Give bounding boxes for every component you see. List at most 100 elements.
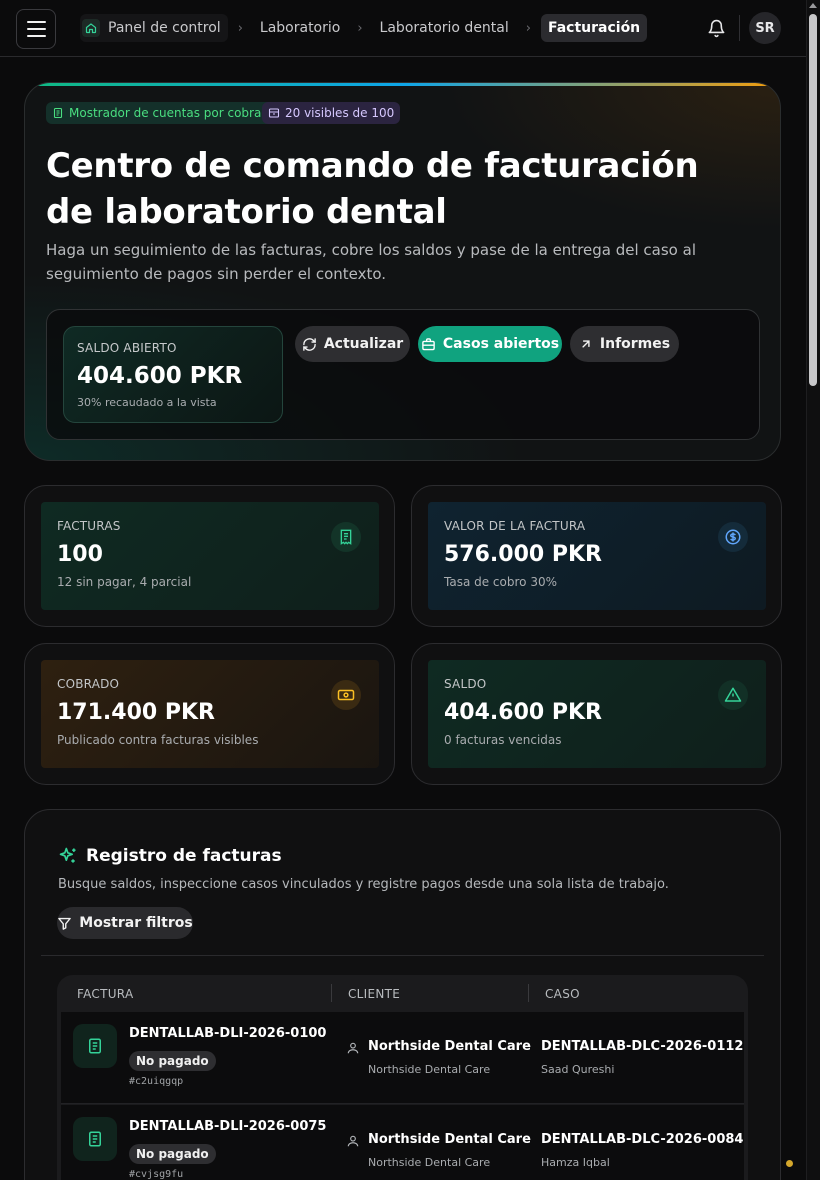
page-description: Haga un seguimiento de las facturas, cob… <box>46 241 696 283</box>
chevron-right-icon: › <box>525 20 531 36</box>
status-badge: No pagado <box>129 1144 216 1164</box>
banknote-icon <box>331 680 361 710</box>
stat-card-invoice-value: VALOR DE LA FACTURA 576.000 PKR Tasa de … <box>411 485 782 627</box>
case-patient: Hamza Iqbal <box>541 1156 610 1169</box>
warning-icon <box>718 680 748 710</box>
menu-icon-line <box>26 35 46 37</box>
stat-card-body: COBRADO 171.400 PKR Publicado contra fac… <box>41 660 379 768</box>
invoice-hash: #c2uiqgqp <box>129 1076 184 1087</box>
refresh-icon <box>303 337 316 351</box>
case-patient: Saad Qureshi <box>541 1063 615 1076</box>
button-label: Mostrar filtros <box>79 915 193 931</box>
invoice-registry-panel: Registro de facturas Busque saldos, insp… <box>24 809 781 1180</box>
stat-card-body: SALDO 404.600 PKR 0 facturas vencidas <box>428 660 766 768</box>
divider <box>739 15 740 41</box>
table-row[interactable]: DENTALLAB-DLI-2026-0100 No pagado #c2uiq… <box>61 1012 744 1104</box>
invoice-table: FACTURA CLIENTE CASO DENTALLAB-DLI-2026-… <box>57 975 748 1180</box>
stat-card-body: VALOR DE LA FACTURA 576.000 PKR Tasa de … <box>428 502 766 610</box>
page-title: Centro de comando de facturación de labo… <box>46 146 699 232</box>
status-badge: No pagado <box>129 1051 216 1071</box>
top-bar: Panel de control › Laboratorio › Laborat… <box>0 0 806 57</box>
reports-button[interactable]: Informes <box>570 326 679 362</box>
stat-card-body: FACTURAS 100 12 sin pagar, 4 parcial <box>41 502 379 610</box>
button-label: Informes <box>599 336 671 352</box>
divider <box>41 955 764 956</box>
column-header-invoice[interactable]: FACTURA <box>77 987 133 1001</box>
menu-button[interactable] <box>16 9 56 49</box>
refresh-button[interactable]: Actualizar <box>295 326 410 362</box>
invoice-number[interactable]: DENTALLAB-DLI-2026-0100 <box>129 1026 326 1041</box>
user-avatar[interactable]: SR <box>749 12 781 44</box>
stat-value: 576.000 PKR <box>444 542 602 567</box>
button-label: Actualizar <box>323 336 404 352</box>
open-balance-label: SALDO ABIERTO <box>77 341 177 355</box>
filter-icon <box>58 917 72 930</box>
badge-label: Mostrador de cuentas por cobrar <box>69 106 267 120</box>
menu-icon-line <box>26 28 46 30</box>
accent-line <box>25 83 780 86</box>
stat-value: 171.400 PKR <box>57 700 215 725</box>
receivables-badge: Mostrador de cuentas por cobrar <box>46 102 273 124</box>
stat-value: 404.600 PKR <box>444 700 602 725</box>
table-header: FACTURA CLIENTE CASO <box>57 975 748 1011</box>
stat-card-balance: SALDO 404.600 PKR 0 facturas vencidas <box>411 643 782 785</box>
column-divider <box>331 984 332 1002</box>
breadcrumb: Panel de control › Laboratorio › Laborat… <box>80 14 648 42</box>
user-icon <box>347 1135 359 1147</box>
table-row[interactable]: DENTALLAB-DLI-2026-0075 No pagado #cvjsg… <box>61 1105 744 1180</box>
column-divider <box>528 984 529 1002</box>
breadcrumb-label: Facturación <box>547 20 641 36</box>
show-filters-button[interactable]: Mostrar filtros <box>57 907 193 939</box>
column-header-case[interactable]: CASO <box>545 987 580 1001</box>
case-number[interactable]: DENTALLAB-DLC-2026-0084 <box>541 1132 743 1147</box>
registry-title-text: Registro de facturas <box>86 846 282 866</box>
hero-summary-panel: SALDO ABIERTO 404.600 PKR 30% recaudado … <box>46 309 760 440</box>
scroll-up-arrow-icon[interactable] <box>809 3 817 8</box>
breadcrumb-label: Laboratorio dental <box>379 20 509 36</box>
home-icon <box>82 19 100 37</box>
breadcrumb-dashboard[interactable]: Panel de control <box>80 14 228 42</box>
receipt-icon <box>331 522 361 552</box>
stat-label: SALDO <box>444 677 487 691</box>
client-name[interactable]: Northside Dental Care <box>368 1132 531 1147</box>
stat-sub: 12 sin pagar, 4 parcial <box>57 575 192 589</box>
stat-label: VALOR DE LA FACTURA <box>444 519 586 533</box>
open-balance-card: SALDO ABIERTO 404.600 PKR 30% recaudado … <box>63 326 283 423</box>
breadcrumb-dental-lab[interactable]: Laboratorio dental <box>373 14 516 42</box>
document-icon <box>73 1024 117 1068</box>
stat-card-invoices: FACTURAS 100 12 sin pagar, 4 parcial <box>24 485 395 627</box>
registry-title: Registro de facturas <box>58 846 282 866</box>
chevron-right-icon: › <box>237 20 243 36</box>
document-icon <box>73 1117 117 1161</box>
stat-sub: 0 facturas vencidas <box>444 733 562 747</box>
invoice-hash: #cvjsg9fu <box>129 1169 184 1180</box>
breadcrumb-lab[interactable]: Laboratorio <box>253 14 347 42</box>
archive-icon <box>268 108 280 118</box>
case-number[interactable]: DENTALLAB-DLC-2026-0112 <box>541 1039 743 1054</box>
open-cases-button[interactable]: Casos abiertos <box>418 326 562 362</box>
user-icon <box>347 1042 359 1054</box>
stat-label: COBRADO <box>57 677 120 691</box>
scrollbar-thumb[interactable] <box>809 14 817 386</box>
stat-sub: Tasa de cobro 30% <box>444 575 557 589</box>
open-balance-sub: 30% recaudado a la vista <box>77 396 217 409</box>
breadcrumb-billing: Facturación <box>540 14 648 42</box>
stat-label: FACTURAS <box>57 519 121 533</box>
stat-sub: Publicado contra facturas visibles <box>57 733 259 747</box>
client-subtitle: Northside Dental Care <box>368 1156 491 1169</box>
notifications-bell-icon[interactable] <box>704 16 728 40</box>
button-label: Casos abiertos <box>442 336 560 352</box>
document-icon <box>53 107 63 119</box>
open-balance-value: 404.600 PKR <box>77 363 243 389</box>
visible-count-badge: 20 visibles de 100 <box>262 102 401 124</box>
badge-label: 20 visibles de 100 <box>285 106 395 120</box>
status-dot <box>786 1160 793 1167</box>
menu-icon <box>26 21 46 23</box>
client-subtitle: Northside Dental Care <box>368 1063 491 1076</box>
invoice-number[interactable]: DENTALLAB-DLI-2026-0075 <box>129 1119 326 1134</box>
chevron-right-icon: › <box>357 20 363 36</box>
breadcrumb-label: Laboratorio <box>259 20 341 36</box>
column-header-client[interactable]: CLIENTE <box>348 987 400 1001</box>
sparkles-icon <box>59 847 76 863</box>
client-name[interactable]: Northside Dental Care <box>368 1039 531 1054</box>
